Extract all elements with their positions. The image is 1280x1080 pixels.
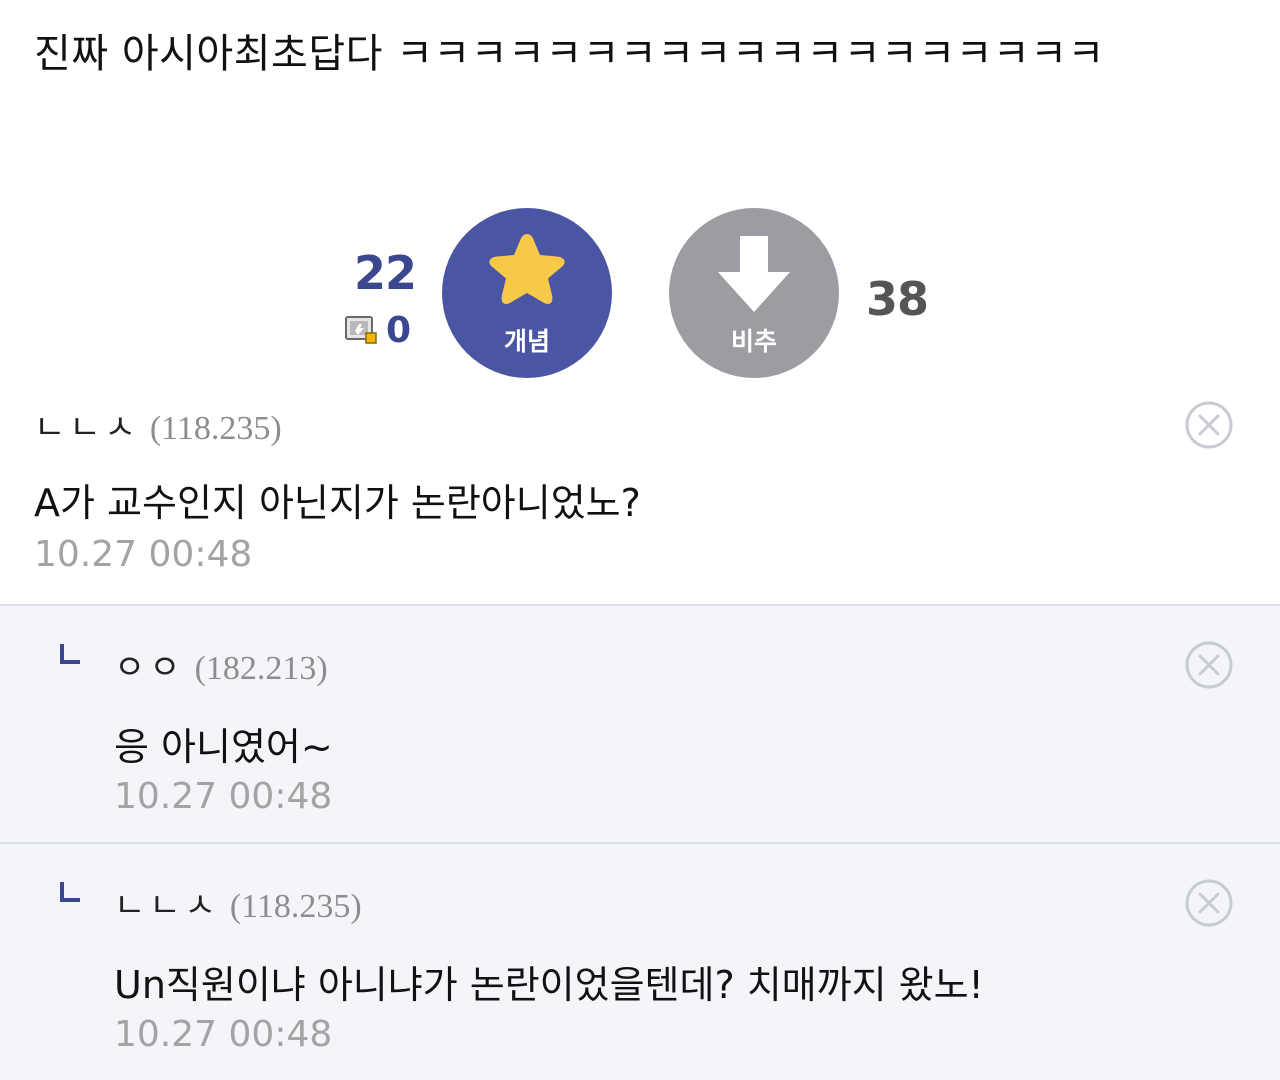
reply-comment: ㄴㄴㅅ (118.235) Un직원이냐 아니냐가 논란이었을텐데? 치매까지 … — [0, 844, 1280, 1080]
comment-ip: (182.213) — [194, 650, 328, 687]
vote-area: 22 0 개념 비추 38 — [0, 206, 1280, 382]
fixed-recommend: 0 — [344, 309, 412, 351]
downvote-count: 38 — [866, 272, 929, 326]
fixed-recommend-icon — [345, 316, 377, 344]
comment-text: A가 교수인지 아닌지가 논란아니었노? — [34, 481, 641, 525]
close-circle-icon[interactable] — [1184, 878, 1234, 928]
comment-ip: (118.235) — [149, 410, 282, 447]
comment-nickname[interactable]: ㄴㄴㅅ — [34, 400, 140, 449]
comment-ip: (118.235) — [229, 888, 362, 925]
comment-time: 10.27 00:48 — [114, 1014, 333, 1055]
arrow-down-icon — [718, 236, 790, 312]
comment-time: 10.27 00:48 — [34, 534, 253, 575]
recommend-count: 22 — [353, 246, 417, 300]
reply-arrow-icon — [60, 882, 80, 902]
star-icon — [489, 234, 565, 304]
downvote-button[interactable]: 비추 — [669, 208, 839, 378]
comment-text: Un직원이냐 아니냐가 논란이었을텐데? 치매까지 왔노! — [114, 963, 984, 1007]
downvote-label: 비추 — [730, 327, 777, 356]
comment-time: 10.27 00:48 — [114, 776, 333, 817]
close-circle-icon[interactable] — [1184, 400, 1234, 450]
post-body-text: 진짜 아시아최초답다 ㅋㅋㅋㅋㅋㅋㅋㅋㅋㅋㅋㅋㅋㅋㅋㅋㅋㅋㅋ — [34, 31, 1105, 77]
reply-comment: ㅇㅇ (182.213) 응 아니였어~ 10.27 00:48 — [0, 606, 1280, 844]
comment-text: 응 아니였어~ — [114, 725, 333, 769]
comment-header: ㄴㄴㅅ (118.235) — [114, 878, 362, 927]
upvote-label: 개념 — [503, 327, 550, 356]
fixed-recommend-count: 0 — [386, 309, 412, 351]
comment-header: ㅇㅇ (182.213) — [114, 640, 328, 689]
close-circle-icon[interactable] — [1184, 640, 1234, 690]
comment-nickname[interactable]: ㅇㅇ — [114, 640, 185, 689]
upvote-button[interactable]: 개념 — [442, 208, 612, 378]
comment-header: ㄴㄴㅅ (118.235) — [34, 400, 282, 449]
reply-arrow-icon — [60, 644, 80, 664]
comment-nickname[interactable]: ㄴㄴㅅ — [114, 878, 220, 927]
comment: ㄴㄴㅅ (118.235) A가 교수인지 아닌지가 논란아니었노? 10.27… — [0, 392, 1280, 606]
